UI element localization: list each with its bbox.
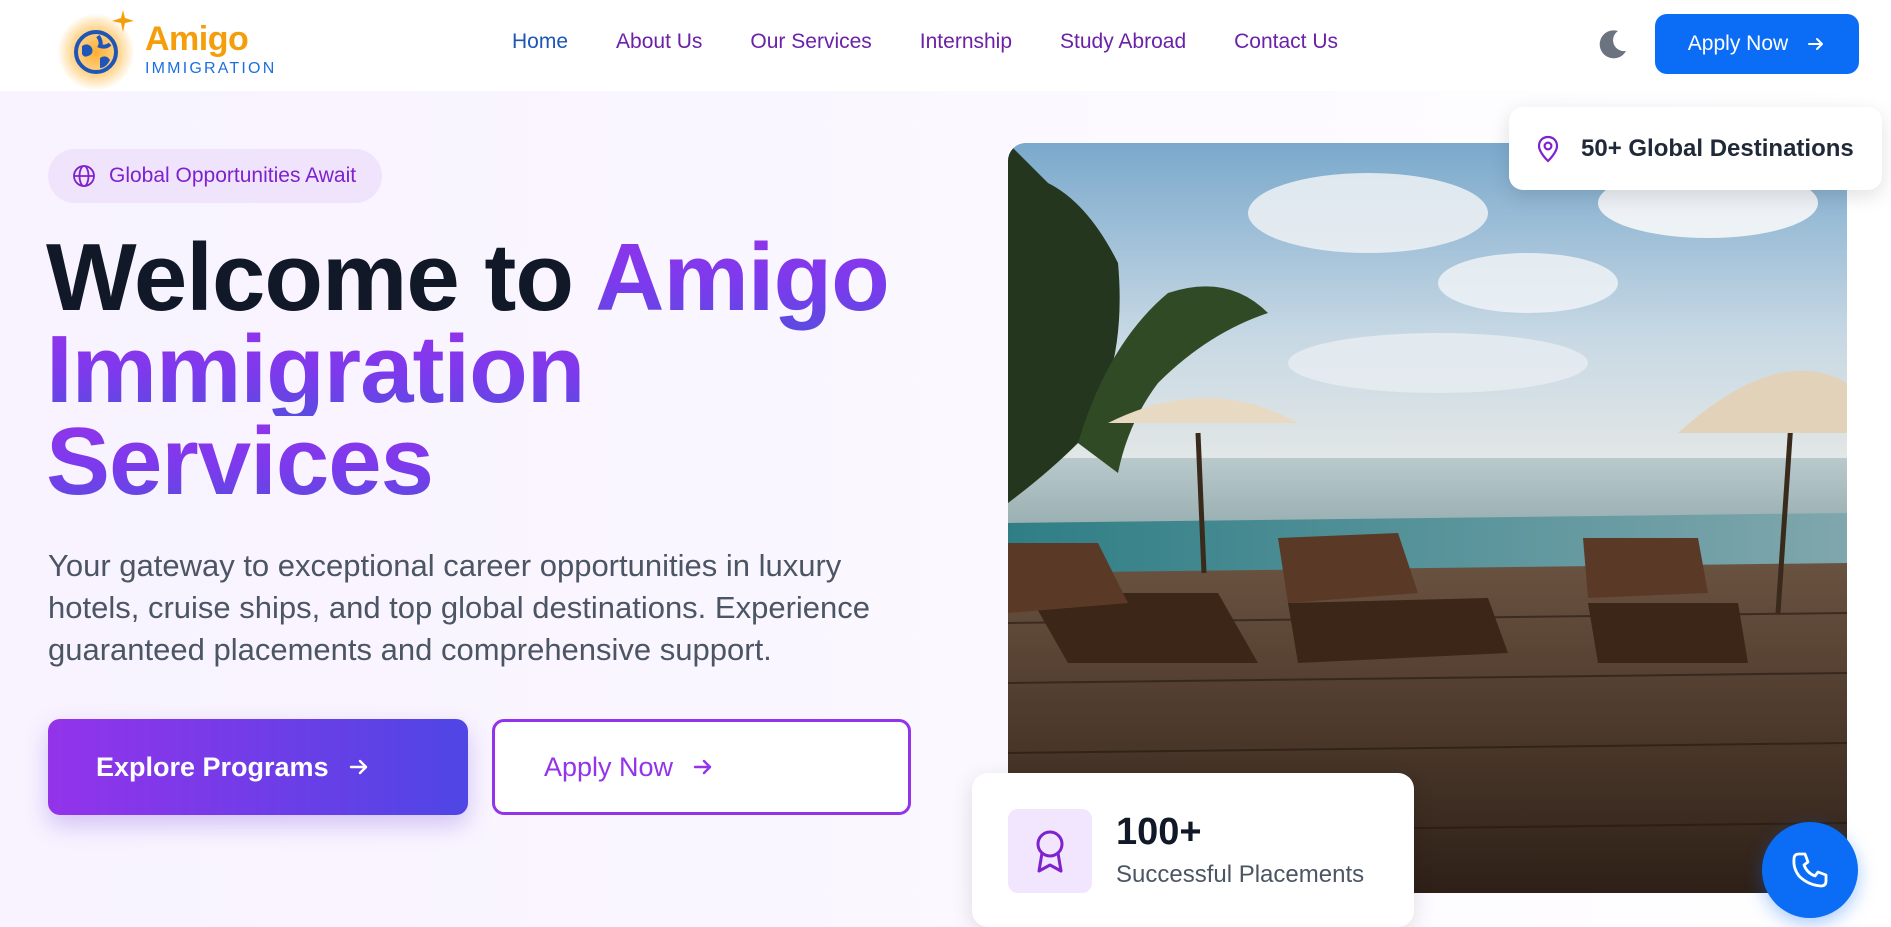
map-pin-icon [1537,135,1559,163]
global-destinations-label: 50+ Global Destinations [1581,134,1854,162]
placements-stats-card: 100+ Successful Placements [972,773,1414,927]
placements-value: 100+ [1116,811,1202,853]
nav-contact-us[interactable]: Contact Us [1234,30,1338,54]
plane-icon [112,10,134,32]
nav-internship[interactable]: Internship [920,30,1012,54]
arrow-right-icon [693,759,712,775]
opportunities-badge: Global Opportunities Await [48,149,383,203]
moon-icon[interactable] [1596,27,1630,61]
apply-now-header-button[interactable]: Apply Now [1655,14,1859,74]
headline-prefix: Welcome to [46,224,596,331]
headline-highlight-1: Amigo [595,224,890,331]
hero-description: Your gateway to exceptional career oppor… [48,548,870,667]
award-icon [1008,809,1092,893]
hero-headline: Welcome to Amigo Immigration Services [46,230,946,510]
main-nav: Home About Us Our Services Internship St… [512,30,1386,54]
nav-our-services[interactable]: Our Services [750,30,871,54]
badge-label: Global Opportunities Await [109,164,357,187]
apply-now-hero-button[interactable]: Apply Now [492,719,911,815]
brand-name: Amigo [145,20,249,58]
arrow-right-icon [1808,38,1824,50]
phone-icon [1792,852,1828,888]
brand-subtitle: IMMIGRATION [145,60,277,77]
placements-label: Successful Placements [1116,861,1365,888]
globe-icon [73,165,95,187]
global-destinations-card: 50+ Global Destinations [1509,107,1882,190]
globe-logo-icon [74,30,118,74]
apply-now-header-label: Apply Now [1687,32,1789,55]
site-header: Amigo IMMIGRATION Home About Us Our Serv… [0,0,1891,91]
headline-highlight-2: Immigration [46,322,946,418]
headline-highlight-3: Services [46,414,946,510]
explore-programs-label: Explore Programs [96,751,329,782]
explore-programs-button[interactable]: Explore Programs [48,719,468,815]
brand-logo[interactable]: Amigo IMMIGRATION [58,8,298,90]
nav-home[interactable]: Home [512,30,568,54]
apply-now-hero-label: Apply Now [544,751,674,782]
arrow-right-icon [349,759,367,775]
call-button[interactable] [1762,822,1858,918]
nav-study-abroad[interactable]: Study Abroad [1060,30,1186,54]
nav-about-us[interactable]: About Us [616,30,702,54]
